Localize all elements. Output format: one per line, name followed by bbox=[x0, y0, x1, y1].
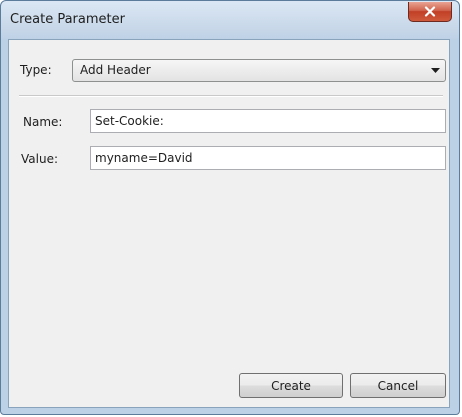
value-label: Value: bbox=[21, 152, 58, 166]
value-field[interactable] bbox=[90, 146, 446, 170]
type-dropdown[interactable]: Add Header bbox=[72, 59, 446, 82]
create-parameter-dialog: Create Parameter Type: Add Header Name: … bbox=[0, 0, 460, 415]
cancel-button[interactable]: Cancel bbox=[350, 373, 446, 398]
type-label: Type: bbox=[20, 63, 52, 77]
name-field[interactable] bbox=[90, 109, 446, 133]
close-button[interactable] bbox=[408, 2, 452, 22]
name-label: Name: bbox=[23, 115, 63, 129]
type-selected-value: Add Header bbox=[80, 63, 151, 77]
create-button[interactable]: Create bbox=[239, 373, 343, 398]
title-bar[interactable]: Create Parameter bbox=[1, 1, 459, 39]
chevron-down-icon bbox=[431, 68, 440, 73]
separator bbox=[19, 95, 443, 97]
dialog-body: Type: Add Header Name: Value: Create Can… bbox=[8, 39, 450, 408]
dialog-title: Create Parameter bbox=[10, 12, 125, 27]
close-icon bbox=[424, 6, 436, 17]
